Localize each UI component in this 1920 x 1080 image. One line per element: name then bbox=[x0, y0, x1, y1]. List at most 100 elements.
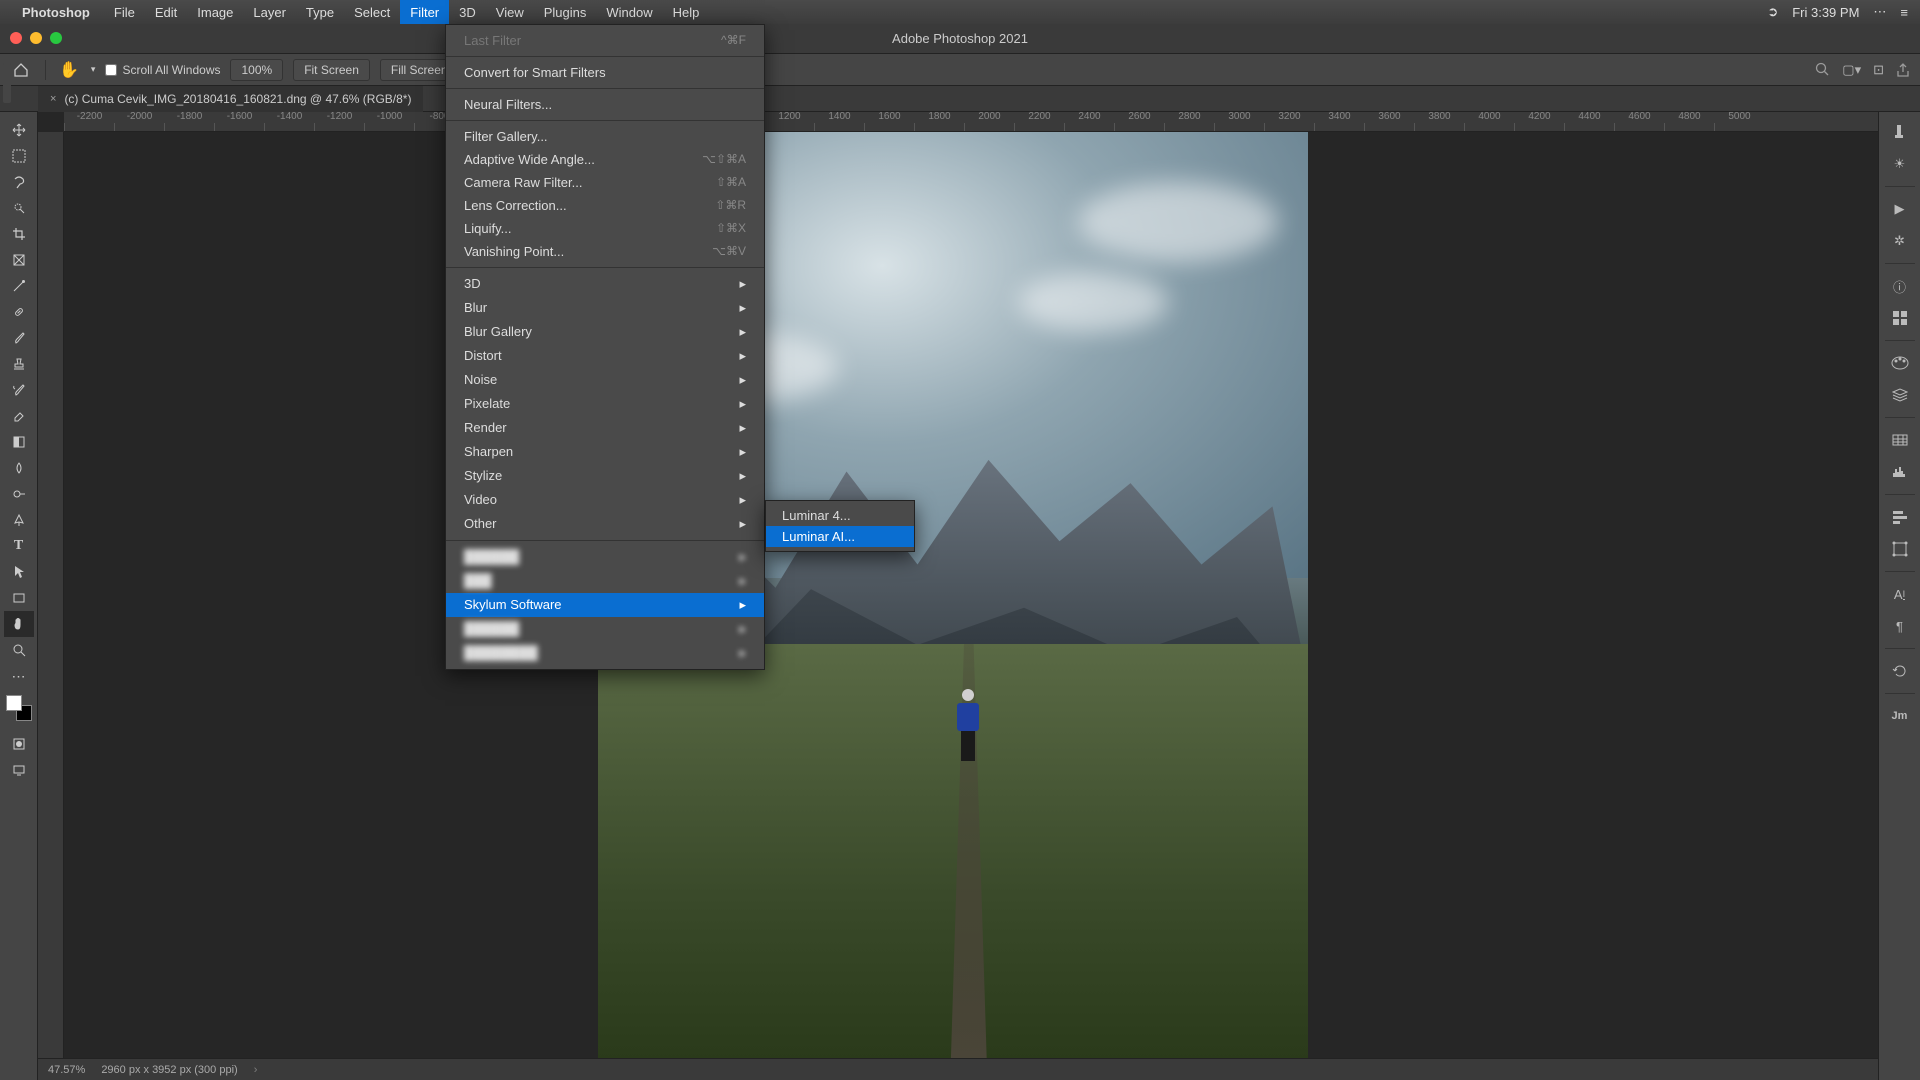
hand-tool-icon[interactable]: ✋ bbox=[59, 60, 79, 80]
panel-brightness-icon[interactable]: ☀ bbox=[1885, 150, 1915, 178]
fit-screen-button[interactable]: Fit Screen bbox=[293, 59, 370, 81]
gradient-tool[interactable] bbox=[4, 429, 34, 455]
brush-tool[interactable] bbox=[4, 325, 34, 351]
status-speed-icon[interactable]: ➲ bbox=[1767, 4, 1778, 20]
panel-jm-icon[interactable]: Jm bbox=[1885, 702, 1915, 730]
fg-color[interactable] bbox=[6, 695, 22, 711]
menu-file[interactable]: File bbox=[104, 0, 145, 24]
menu-help[interactable]: Help bbox=[663, 0, 710, 24]
status-dimensions[interactable]: 2960 px x 3952 px (300 ppi) bbox=[101, 1064, 237, 1076]
menu-plugin-------[interactable]: ██████▸ bbox=[446, 617, 764, 641]
screenmode-icon[interactable] bbox=[4, 757, 34, 783]
panel-play-icon[interactable]: ▶ bbox=[1885, 195, 1915, 223]
menu-video[interactable]: Video▸ bbox=[446, 488, 764, 512]
menu-noise[interactable]: Noise▸ bbox=[446, 368, 764, 392]
panel-paragraph-icon[interactable]: ¶ bbox=[1885, 612, 1915, 640]
pen-tool[interactable] bbox=[4, 507, 34, 533]
path-select-tool[interactable] bbox=[4, 559, 34, 585]
panel-layers-icon[interactable] bbox=[1885, 381, 1915, 409]
workspace-switcher-icon[interactable]: ▢▾ bbox=[1842, 62, 1861, 78]
panel-swatches-icon[interactable] bbox=[1885, 349, 1915, 377]
close-button[interactable] bbox=[10, 32, 22, 44]
frame-icon[interactable]: ⊡ bbox=[1873, 62, 1884, 78]
menu-distort[interactable]: Distort▸ bbox=[446, 344, 764, 368]
menubar-clock[interactable]: Fri 3:39 PM bbox=[1792, 5, 1859, 20]
crop-tool[interactable] bbox=[4, 221, 34, 247]
menu-plugin----[interactable]: ███▸ bbox=[446, 569, 764, 593]
menubar-dots-icon[interactable]: ⋯ bbox=[1873, 4, 1886, 20]
share-icon[interactable] bbox=[1896, 63, 1910, 77]
document-tab[interactable]: × (c) Cuma Cevik_IMG_20180416_160821.dng… bbox=[38, 86, 423, 112]
blur-tool[interactable] bbox=[4, 455, 34, 481]
panel-character-icon[interactable]: AI bbox=[1885, 580, 1915, 608]
zoom-100-button[interactable]: 100% bbox=[230, 59, 283, 81]
menu-neural-filters[interactable]: Neural Filters... bbox=[446, 93, 764, 116]
hand-tool[interactable] bbox=[4, 611, 34, 637]
menu-edit[interactable]: Edit bbox=[145, 0, 187, 24]
panel-collapse-handle[interactable] bbox=[3, 63, 11, 103]
submenu-luminar-ai---[interactable]: Luminar AI... bbox=[766, 526, 914, 547]
submenu-luminar-4---[interactable]: Luminar 4... bbox=[766, 505, 914, 526]
menu-camera-raw[interactable]: Camera Raw Filter...⇧⌘A bbox=[446, 171, 764, 194]
frame-tool[interactable] bbox=[4, 247, 34, 273]
menu-plugin-skylum-software[interactable]: Skylum Software▸ bbox=[446, 593, 764, 617]
canvas-area[interactable]: -2200-2000-1800-1600-1400-1200-1000-8008… bbox=[38, 112, 1878, 1080]
menu-window[interactable]: Window bbox=[596, 0, 662, 24]
menu-vanishing-point[interactable]: Vanishing Point...⌥⌘V bbox=[446, 240, 764, 263]
tool-preset-chevron-icon[interactable]: ▾ bbox=[91, 64, 96, 75]
menu-liquify[interactable]: Liquify...⇧⌘X bbox=[446, 217, 764, 240]
panel-table-icon[interactable] bbox=[1885, 426, 1915, 454]
lasso-tool[interactable] bbox=[4, 169, 34, 195]
panel-histogram-icon[interactable] bbox=[1885, 458, 1915, 486]
close-tab-icon[interactable]: × bbox=[50, 93, 56, 105]
home-button[interactable] bbox=[10, 59, 32, 81]
move-tool[interactable] bbox=[4, 117, 34, 143]
menu-3d[interactable]: 3D▸ bbox=[446, 272, 764, 296]
panel-transform-icon[interactable] bbox=[1885, 535, 1915, 563]
menu-filter[interactable]: Filter bbox=[400, 0, 449, 24]
menu-render[interactable]: Render▸ bbox=[446, 416, 764, 440]
history-brush-tool[interactable] bbox=[4, 377, 34, 403]
menu-image[interactable]: Image bbox=[187, 0, 243, 24]
rectangle-tool[interactable] bbox=[4, 585, 34, 611]
menu-other[interactable]: Other▸ bbox=[446, 512, 764, 536]
status-chevron-icon[interactable]: › bbox=[254, 1064, 258, 1076]
quickmask-icon[interactable] bbox=[4, 731, 34, 757]
panel-grid-icon[interactable] bbox=[1885, 304, 1915, 332]
menu-filter-gallery[interactable]: Filter Gallery... bbox=[446, 125, 764, 148]
panel-color-picker-icon[interactable] bbox=[1885, 118, 1915, 146]
zoom-tool[interactable] bbox=[4, 637, 34, 663]
menu-3d[interactable]: 3D bbox=[449, 0, 486, 24]
menu-sharpen[interactable]: Sharpen▸ bbox=[446, 440, 764, 464]
vertical-ruler[interactable] bbox=[38, 132, 64, 1080]
search-icon[interactable] bbox=[1815, 62, 1830, 77]
panel-align-icon[interactable] bbox=[1885, 503, 1915, 531]
menu-type[interactable]: Type bbox=[296, 0, 344, 24]
marquee-tool[interactable] bbox=[4, 143, 34, 169]
type-tool[interactable]: T bbox=[4, 533, 34, 559]
dodge-tool[interactable] bbox=[4, 481, 34, 507]
minimize-button[interactable] bbox=[30, 32, 42, 44]
menu-plugin-------[interactable]: ██████▸ bbox=[446, 545, 764, 569]
menu-lens-correction[interactable]: Lens Correction...⇧⌘R bbox=[446, 194, 764, 217]
quick-select-tool[interactable] bbox=[4, 195, 34, 221]
color-swatches[interactable] bbox=[6, 695, 32, 721]
menubar-list-icon[interactable]: ≡ bbox=[1900, 5, 1908, 20]
maximize-button[interactable] bbox=[50, 32, 62, 44]
menu-plugin---------[interactable]: ████████▸ bbox=[446, 641, 764, 665]
panel-history-icon[interactable] bbox=[1885, 657, 1915, 685]
menu-convert-smart[interactable]: Convert for Smart Filters bbox=[446, 61, 764, 84]
menu-stylize[interactable]: Stylize▸ bbox=[446, 464, 764, 488]
horizontal-ruler[interactable]: -2200-2000-1800-1600-1400-1200-1000-8008… bbox=[64, 112, 1878, 132]
menu-blur-gallery[interactable]: Blur Gallery▸ bbox=[446, 320, 764, 344]
menu-view[interactable]: View bbox=[486, 0, 534, 24]
app-name[interactable]: Photoshop bbox=[22, 5, 90, 20]
panel-info-icon[interactable]: ⓘ bbox=[1885, 272, 1915, 300]
menu-blur[interactable]: Blur▸ bbox=[446, 296, 764, 320]
healing-tool[interactable] bbox=[4, 299, 34, 325]
edit-toolbar-icon[interactable]: ⋯ bbox=[4, 663, 34, 689]
scroll-all-checkbox[interactable]: Scroll All Windows bbox=[105, 63, 220, 77]
panel-settings-icon[interactable]: ✲ bbox=[1885, 227, 1915, 255]
eyedropper-tool[interactable] bbox=[4, 273, 34, 299]
status-zoom[interactable]: 47.57% bbox=[48, 1064, 85, 1076]
